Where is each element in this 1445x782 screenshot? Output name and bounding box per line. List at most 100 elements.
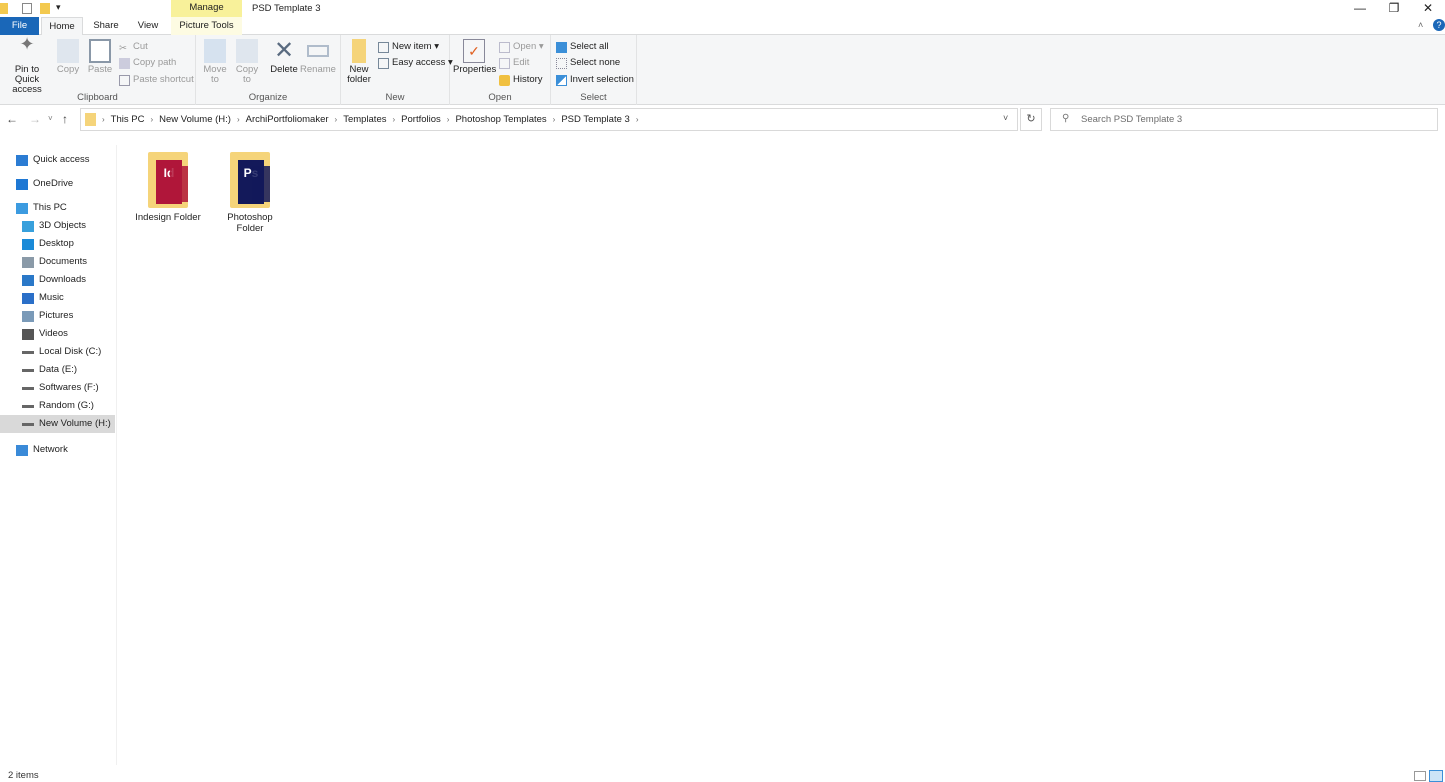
large-icons-view-icon[interactable]: [1429, 770, 1443, 782]
back-arrow-icon[interactable]: ←: [6, 112, 18, 126]
copy-path-button[interactable]: Copy path: [119, 56, 176, 70]
address-dropdown-icon[interactable]: ˅: [1003, 113, 1008, 123]
nav-item[interactable]: Pictures: [0, 307, 115, 325]
tab-home[interactable]: Home: [41, 17, 83, 36]
select-none-button[interactable]: Select none: [556, 56, 620, 70]
nav-item[interactable]: OneDrive: [0, 175, 115, 193]
search-icon: ⚲: [1062, 113, 1069, 124]
paste-shortcut-icon: [119, 75, 130, 86]
nav-item[interactable]: Quick access: [0, 151, 115, 169]
nav-item[interactable]: New Volume (H:): [0, 415, 115, 433]
folder-item[interactable]: IdIndesign Folder: [133, 148, 203, 223]
paste-button[interactable]: Paste: [87, 39, 113, 75]
edit-button[interactable]: Edit: [499, 56, 529, 70]
collapse-ribbon-icon[interactable]: ˄: [1418, 20, 1423, 30]
breadcrumb-separator-icon[interactable]: ›: [393, 115, 396, 124]
properties-quick-icon[interactable]: [22, 3, 32, 14]
new-folder-quick-icon[interactable]: [40, 3, 50, 14]
breadcrumb-separator-icon[interactable]: ›: [636, 115, 639, 124]
cut-button[interactable]: ✂Cut: [119, 40, 148, 54]
easy-access-button[interactable]: Easy access ▾: [378, 56, 453, 70]
forward-arrow-icon[interactable]: →: [29, 112, 41, 126]
nav-item[interactable]: Local Disk (C:): [0, 343, 115, 361]
help-icon[interactable]: ?: [1433, 19, 1445, 31]
delete-button[interactable]: ✕Delete: [268, 39, 300, 75]
copy-to-button[interactable]: Copy to: [232, 39, 262, 85]
search-input[interactable]: Search PSD Template 3: [1050, 108, 1438, 131]
breadcrumb-separator-icon[interactable]: ›: [102, 115, 105, 124]
address-bar[interactable]: › This PC › New Volume (H:) › ArchiPortfoliom…: [80, 108, 1018, 131]
minimize-button[interactable]: —: [1343, 0, 1377, 17]
paste-shortcut-button[interactable]: Paste shortcut: [119, 73, 194, 87]
nav-item[interactable]: Desktop: [0, 235, 115, 253]
delete-x-icon: ✕: [273, 39, 295, 63]
status-item-count: 2 items: [8, 770, 39, 781]
close-button[interactable]: ✕: [1411, 0, 1445, 17]
new-folder-button[interactable]: New folder: [343, 39, 375, 85]
nav-item[interactable]: Network: [0, 441, 115, 459]
up-arrow-icon[interactable]: ↑: [62, 112, 68, 126]
tab-view[interactable]: View: [128, 17, 168, 35]
copy-button[interactable]: Copy: [55, 39, 81, 75]
nav-item-label: Music: [39, 289, 64, 307]
breadcrumb-separator-icon[interactable]: ›: [150, 115, 153, 124]
breadcrumb-separator-icon[interactable]: ›: [447, 115, 450, 124]
invert-selection-icon: [556, 75, 567, 86]
new-item-icon: [378, 42, 389, 53]
paste-label: Paste: [88, 64, 112, 75]
pin-quick-access-button[interactable]: ✦Pin to Quick access: [2, 39, 52, 95]
open-button[interactable]: Open ▾: [499, 40, 544, 54]
breadcrumb-item[interactable]: PSD Template 3: [561, 114, 629, 125]
scissors-icon: ✂: [119, 42, 130, 53]
recent-locations-icon[interactable]: ˅: [48, 114, 53, 123]
invert-selection-button[interactable]: Invert selection: [556, 73, 634, 87]
group-label: Select: [551, 92, 636, 103]
nav-item-label: Downloads: [39, 271, 86, 289]
folder-icon: [0, 3, 8, 14]
history-icon: [499, 75, 510, 86]
open-label: Open ▾: [513, 40, 544, 54]
history-button[interactable]: History: [499, 73, 543, 87]
breadcrumb-separator-icon[interactable]: ›: [553, 115, 556, 124]
copy-icon: [57, 39, 79, 63]
tab-picture-tools[interactable]: Picture Tools: [171, 17, 242, 35]
invert-selection-label: Invert selection: [570, 73, 634, 87]
refresh-icon[interactable]: ↻: [1020, 108, 1042, 131]
rename-button[interactable]: Rename: [300, 39, 336, 75]
nav-item-icon: [22, 405, 34, 408]
nav-item[interactable]: Downloads: [0, 271, 115, 289]
nav-item[interactable]: Videos: [0, 325, 115, 343]
new-item-button[interactable]: New item ▾: [378, 40, 439, 54]
details-view-icon[interactable]: [1414, 771, 1426, 781]
breadcrumb-item[interactable]: Portfolios: [401, 114, 441, 125]
tab-file[interactable]: File: [0, 17, 39, 35]
breadcrumb-item[interactable]: This PC: [111, 114, 145, 125]
nav-item[interactable]: Softwares (F:): [0, 379, 115, 397]
customize-qat-icon[interactable]: ▾: [56, 2, 61, 13]
nav-item-label: Documents: [39, 253, 87, 271]
pin-label: Pin to Quick access: [12, 64, 42, 95]
breadcrumb-item[interactable]: Templates: [343, 114, 386, 125]
nav-item[interactable]: Documents: [0, 253, 115, 271]
breadcrumb-separator-icon[interactable]: ›: [335, 115, 338, 124]
nav-item[interactable]: Music: [0, 289, 115, 307]
folder-thumbnail-icon: Id: [144, 148, 192, 208]
nav-item[interactable]: Random (G:): [0, 397, 115, 415]
nav-item[interactable]: This PC: [0, 199, 115, 217]
properties-button[interactable]: ✓Properties: [453, 39, 495, 75]
nav-item[interactable]: 3D Objects: [0, 217, 115, 235]
breadcrumb-item[interactable]: New Volume (H:): [159, 114, 231, 125]
copy-to-icon: [236, 39, 258, 63]
group-new: New folder New item ▾ Easy access ▾ New: [341, 35, 450, 105]
breadcrumb-separator-icon[interactable]: ›: [237, 115, 240, 124]
tab-share[interactable]: Share: [86, 17, 126, 35]
restore-button[interactable]: ❐: [1377, 0, 1411, 17]
folder-item[interactable]: PsPhotoshop Folder: [215, 148, 285, 234]
edit-icon: [499, 58, 510, 69]
nav-item[interactable]: Data (E:): [0, 361, 115, 379]
breadcrumb-item[interactable]: ArchiPortfoliomaker: [246, 114, 329, 125]
breadcrumb-item[interactable]: Photoshop Templates: [455, 114, 546, 125]
move-to-button[interactable]: Move to: [200, 39, 230, 85]
group-select: Select all Select none Invert selection …: [551, 35, 637, 105]
select-all-button[interactable]: Select all: [556, 40, 609, 54]
